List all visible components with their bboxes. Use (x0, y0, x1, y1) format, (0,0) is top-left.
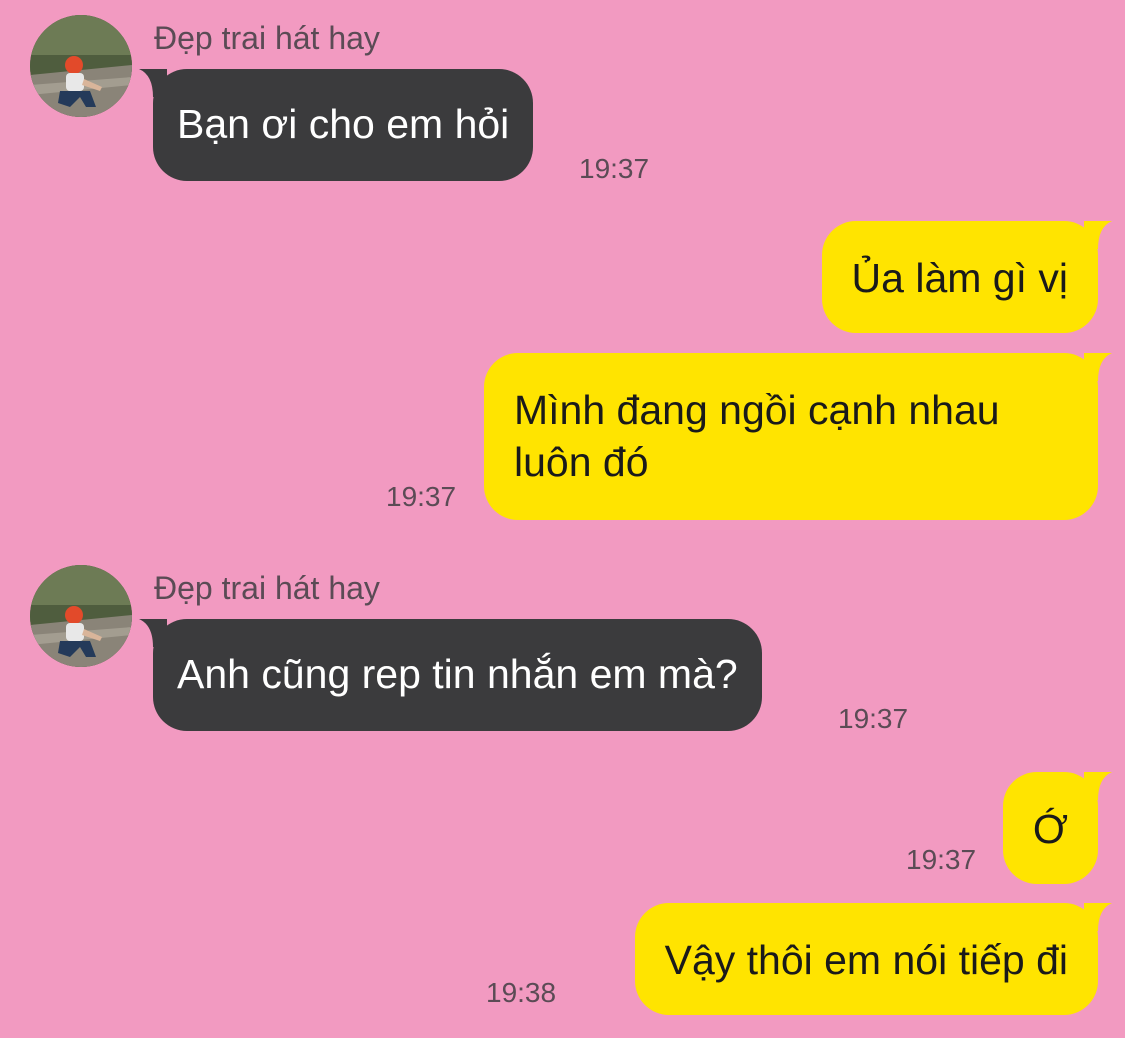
sender-avatar[interactable] (30, 15, 132, 117)
message-text: Anh cũng rep tin nhắn em mà? (177, 651, 738, 697)
sender-name: Đẹp trai hát hay (154, 20, 380, 56)
message-timestamp: 19:37 (386, 481, 457, 512)
message-text: Ủa làm gì vị (851, 255, 1068, 301)
chat-thread[interactable]: Đẹp trai hát hay Bạn ơi cho em hỏi 19:37… (0, 0, 1125, 1038)
message-text: Mình đang ngồi cạnh nhau luôn đó (514, 387, 1000, 485)
bubble-tail-icon (1084, 353, 1112, 381)
sender-avatar[interactable] (30, 565, 132, 667)
outgoing-message-bubble[interactable]: Ớ (1002, 772, 1112, 884)
avatar-photo-icon (30, 565, 132, 667)
bubble-tail-icon (1084, 772, 1112, 800)
message-text: Vậy thôi em nói tiếp đi (664, 937, 1068, 983)
outgoing-message-bubble[interactable]: Ủa làm gì vị (821, 221, 1112, 333)
bubble-tail-icon (139, 69, 167, 97)
message-timestamp: 19:38 (486, 977, 557, 1008)
bubble-tail-icon (1084, 221, 1112, 249)
outgoing-message-bubble[interactable]: Vậy thôi em nói tiếp đi (634, 903, 1112, 1015)
message-timestamp: 19:37 (579, 153, 650, 184)
avatar-photo-icon (30, 15, 132, 117)
message-timestamp: 19:37 (906, 844, 977, 875)
message-text: Bạn ơi cho em hỏi (177, 101, 510, 147)
bubble-tail-icon (139, 619, 167, 647)
incoming-message-bubble[interactable]: Anh cũng rep tin nhắn em mà? (139, 619, 762, 731)
incoming-message-bubble[interactable]: Bạn ơi cho em hỏi (139, 69, 534, 181)
outgoing-message-bubble[interactable]: Mình đang ngồi cạnh nhau luôn đó (484, 353, 1112, 520)
message-timestamp: 19:37 (838, 703, 909, 734)
message-text: Ớ (1032, 806, 1068, 852)
bubble-tail-icon (1084, 903, 1112, 931)
sender-name: Đẹp trai hát hay (154, 570, 380, 606)
